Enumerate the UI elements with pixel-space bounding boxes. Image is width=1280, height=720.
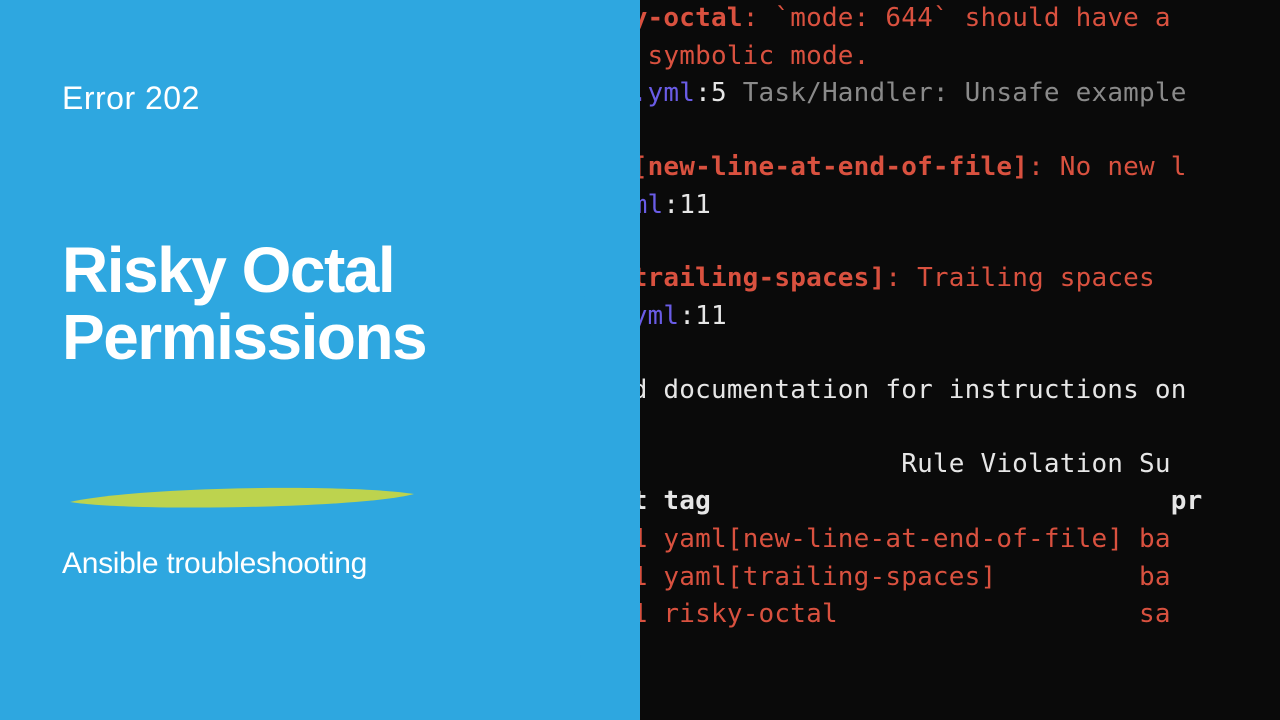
- term-line-7: 2.yml:11: [600, 298, 1280, 336]
- term-line-2: se symbolic mode.: [600, 38, 1280, 76]
- term-line-4: ml[new-line-at-end-of-file]: No new l: [600, 149, 1280, 187]
- term-summary-title: Rule Violation Su: [600, 446, 1280, 484]
- term-row-3: 1 risky-octal sa: [600, 596, 1280, 634]
- term-summary-header: unt tag pr: [600, 483, 1280, 521]
- subtitle-text: Ansible troubleshooting: [62, 547, 582, 581]
- term-row-1: 1 yaml[new-line-at-end-of-file] ba: [600, 521, 1280, 559]
- title-line-1: Risky Octal: [62, 237, 582, 304]
- term-line-5: .yml:11: [600, 187, 1280, 225]
- underline-swash: [62, 480, 422, 514]
- title-line-2: Permissions: [62, 304, 582, 371]
- term-line-3: 02.yml:5 Task/Handler: Unsafe example: [600, 75, 1280, 113]
- term-line-1: sky-octal: `mode: 644` should have a: [600, 0, 1280, 38]
- term-row-2: 1 yaml[trailing-spaces] ba: [600, 559, 1280, 597]
- panel-content: Error 202 Risky Octal Permissions Ansibl…: [62, 80, 582, 581]
- term-line-6: l[trailing-spaces]: Trailing spaces: [600, 260, 1280, 298]
- eyebrow-text: Error 202: [62, 80, 582, 117]
- main-title: Risky Octal Permissions: [62, 237, 582, 370]
- term-line-8: ead documentation for instructions on: [600, 372, 1280, 410]
- title-panel: Error 202 Risky Octal Permissions Ansibl…: [0, 0, 640, 720]
